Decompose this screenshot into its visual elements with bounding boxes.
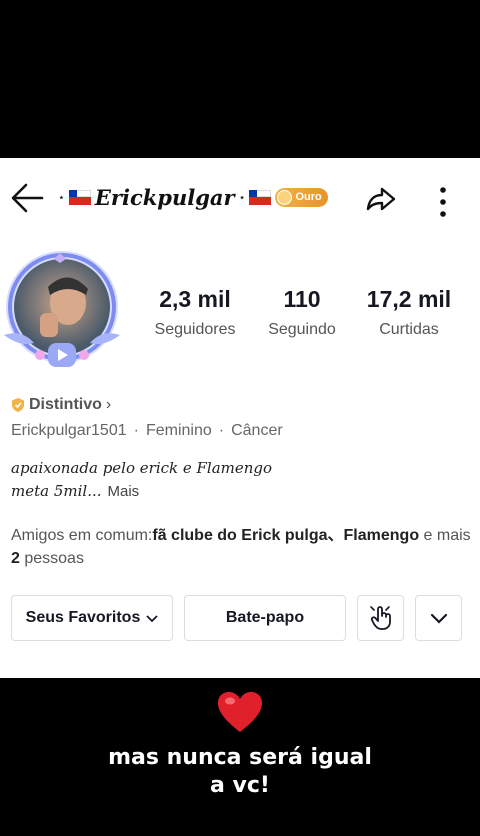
chile-flag-icon-2 [249, 189, 272, 205]
following-count: 110 [283, 286, 321, 312]
distintivo-label: Distintivo [29, 396, 102, 413]
bio-line-2: meta 5mil... Mais [11, 482, 139, 500]
mutual-suffix: pessoas [19, 550, 84, 567]
top-bar: ⋆ Erickpulgar ⋆ Ouro [0, 158, 480, 236]
chevron-down-icon [146, 615, 158, 623]
gender: Feminino [145, 422, 212, 439]
mutual-and: e mais [419, 527, 471, 544]
following-label: Seguindo [268, 321, 336, 338]
poke-button[interactable] [357, 595, 404, 641]
more-options-button[interactable] [424, 178, 462, 218]
bio-line-1: apaixonada pelo erick e Flamengo [11, 459, 273, 477]
profile-meta: Erickpulgar1501 · Feminino · Câncer [11, 422, 283, 440]
share-arrow-icon [366, 187, 396, 211]
likes-count: 17,2 mil [366, 286, 452, 312]
favorites-label: Seus Favoritos [25, 609, 141, 626]
mutual-names: fã clube do Erick pulga、Flamengo [152, 527, 420, 544]
back-arrow-icon [11, 183, 44, 213]
star-decoration-right: ⋆ [238, 191, 246, 204]
expand-button[interactable] [415, 595, 462, 641]
followers-label: Seguidores [154, 321, 236, 338]
followers-stat[interactable]: 2,3 mil Seguidores [148, 286, 242, 339]
likes-stat[interactable]: 17,2 mil Curtidas [362, 286, 456, 339]
caption-line-1: mas nunca será igual [108, 745, 372, 770]
vertical-dots-icon [440, 187, 446, 217]
share-button[interactable] [360, 178, 400, 218]
chat-button[interactable]: Bate-papo [184, 595, 346, 641]
gold-badge[interactable]: Ouro [275, 187, 328, 207]
following-stat[interactable]: 110 Seguindo [258, 286, 346, 339]
mutual-prefix: Amigos em comum: [11, 527, 153, 544]
shield-badge-icon [12, 398, 24, 412]
likes-label: Curtidas [379, 321, 439, 338]
hand-tap-icon [369, 606, 391, 630]
meta-separator: · [133, 422, 139, 439]
followers-count: 2,3 mil [159, 286, 231, 312]
avatar[interactable] [0, 251, 128, 379]
caption-line-2: a vc! [210, 773, 270, 798]
display-name: Erickpulgar [94, 184, 235, 210]
favorites-button[interactable]: Seus Favoritos [11, 595, 173, 641]
zodiac-sign: Câncer [231, 422, 283, 439]
video-caption: mas nunca será igual a vc! [0, 744, 480, 800]
back-button[interactable] [8, 178, 48, 218]
profile-title: ⋆ Erickpulgar ⋆ Ouro [58, 182, 328, 212]
mutual-friends[interactable]: Amigos em comum:fã clube do Erick pulga、… [11, 524, 471, 570]
chevron-down-icon-2 [430, 613, 447, 624]
meta-separator-2: · [218, 422, 225, 439]
bio-more-link[interactable]: Mais [108, 483, 140, 500]
bio-line-2-text: meta 5mil... [11, 482, 102, 500]
handle: Erickpulgar1501 [11, 422, 127, 439]
profile-panel: ⋆ Erickpulgar ⋆ Ouro 2,3 mil Seguidores … [0, 158, 480, 678]
chevron-right-icon: › [105, 396, 112, 413]
chile-flag-icon [68, 189, 91, 205]
chat-label: Bate-papo [225, 609, 305, 626]
distintivo-link[interactable]: Distintivo › [11, 396, 111, 414]
badge-label: Ouro [295, 191, 322, 203]
coin-icon [277, 189, 293, 205]
mutual-count: 2 [11, 550, 20, 567]
heart-icon [218, 692, 262, 732]
star-decoration-left: ⋆ [58, 191, 65, 204]
avatar-frame-icon [4, 251, 120, 367]
